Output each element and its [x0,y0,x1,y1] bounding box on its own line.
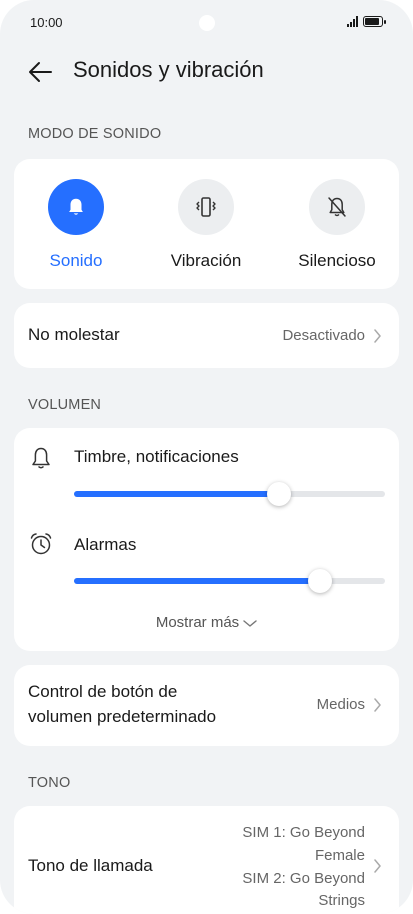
sound-mode-card: Sonido Vibración Silencioso [14,159,399,289]
ringtone-volume-slider[interactable] [74,482,385,506]
alarm-volume-slider[interactable] [74,569,385,593]
chevron-right-icon [374,859,381,873]
vibrate-icon [196,197,216,217]
alarm-volume-thumb[interactable] [308,569,332,593]
show-more-button[interactable]: Mostrar más [14,614,399,631]
ringtone-sim1-line2: Female [314,847,365,864]
section-title-volume: VOLUMEN [28,397,102,413]
status-time: 10:00 [30,15,63,30]
do-not-disturb-row[interactable]: No molestar Desactivado [14,303,399,368]
ringtone-sim2-line2: Strings [318,892,365,909]
mode-sound-button[interactable]: Sonido [26,179,126,271]
ringtone-volume-fill [74,491,279,497]
bell-off-icon [328,197,346,217]
mode-sound-label: Sonido [49,251,103,270]
ringtone-volume-label: Timbre, notificaciones [74,447,239,466]
volume-card: Timbre, notificaciones Alarmas Mostrar m… [14,428,399,651]
battery-level [365,18,380,25]
phone-screen: 10:00 Sonidos y vibración MODO DE SONIDO [0,0,413,914]
front-camera [199,15,215,31]
volume-button-control-row[interactable]: Control de botón de volumen predetermina… [14,665,399,746]
mode-vibration-button[interactable]: Vibración [156,179,256,271]
bell-icon [69,198,83,215]
ringtone-sim2-line1: SIM 2: Go Beyond [242,870,365,887]
volume-button-label-line2: volumen predeterminado [28,707,217,726]
mode-silent-circle [309,179,365,235]
mode-sound-circle [48,179,104,235]
mode-silent-label: Silencioso [298,251,376,270]
app-header: Sonidos y vibración [0,48,413,94]
show-more-label: Mostrar más [155,614,240,631]
mode-vibration-label: Vibración [170,251,242,270]
ringtone-row[interactable]: Tono de llamada SIM 1: Go Beyond Female … [14,806,399,914]
do-not-disturb-value: Desactivado [282,327,365,344]
chevron-right-icon [374,698,381,712]
volume-button-label-line1: Control de botón de [28,682,178,701]
signal-icon [347,16,358,27]
system-icons [347,16,386,27]
chevron-down-icon [243,619,257,627]
status-bar: 10:00 [0,0,413,48]
battery-icon [363,16,386,27]
alarm-volume-fill [74,578,320,584]
alarm-clock-icon [30,533,52,555]
page-title: Sonidos y vibración [73,57,264,82]
section-title-sound-mode: MODO DE SONIDO [28,126,162,142]
ringtone-label: Tono de llamada [28,856,153,875]
back-button[interactable] [26,57,56,87]
mode-vibration-circle [178,179,234,235]
alarm-volume-label: Alarmas [74,535,137,554]
chevron-right-icon [374,329,381,343]
section-title-tone: TONO [28,775,71,791]
bell-outline-icon [32,447,50,469]
volume-button-value: Medios [316,696,365,713]
mode-silent-button[interactable]: Silencioso [287,179,387,271]
ringtone-volume-thumb[interactable] [267,482,291,506]
ringtone-sim1-line1: SIM 1: Go Beyond [242,824,365,841]
arrow-left-icon [29,62,52,82]
do-not-disturb-label: No molestar [28,325,120,344]
